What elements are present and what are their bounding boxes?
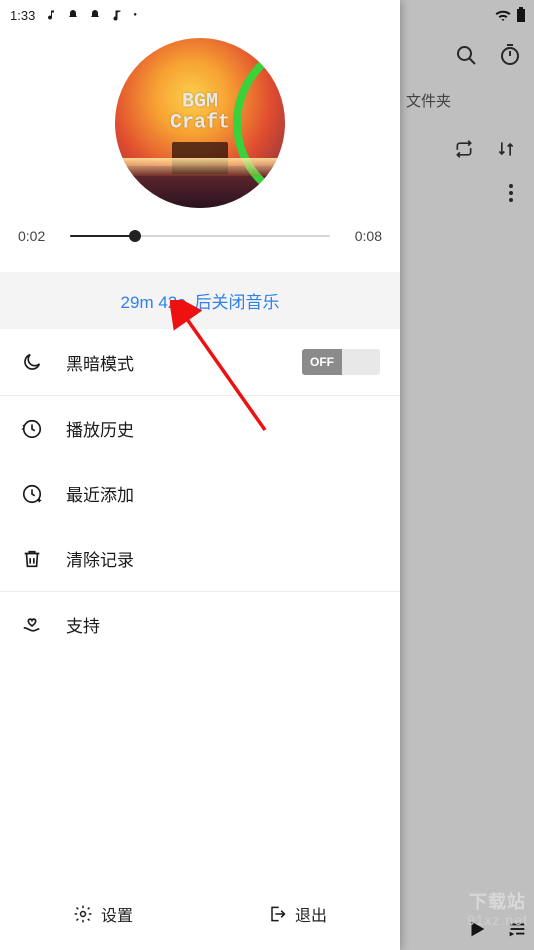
notification-bell-icon <box>67 9 79 21</box>
row-history[interactable]: 播放历史 <box>0 396 400 461</box>
watermark: 下载站 91xz.net <box>467 893 528 928</box>
battery-icon <box>516 7 526 23</box>
clear-label: 清除记录 <box>66 546 380 571</box>
toolbar <box>400 30 534 80</box>
elapsed-time: 0:02 <box>18 228 60 244</box>
recent-label: 最近添加 <box>66 481 380 506</box>
history-label: 播放历史 <box>66 416 380 441</box>
app-drawer: 1:33 ● BGM Craft 0:02 0:08 29m 42s 后关闭音乐 <box>0 0 400 950</box>
gear-icon <box>73 904 93 924</box>
tab-folders[interactable]: 文件夹 <box>400 80 534 121</box>
row-support[interactable]: 支持 <box>0 592 400 657</box>
app-icon <box>111 9 123 21</box>
search-icon[interactable] <box>454 43 478 67</box>
exit-icon <box>267 904 287 924</box>
trash-icon <box>20 548 44 570</box>
heart-hands-icon <box>20 614 44 636</box>
row-clear[interactable]: 清除记录 <box>0 526 400 591</box>
total-time: 0:08 <box>340 228 382 244</box>
support-label: 支持 <box>66 612 380 637</box>
status-time: 1:33 <box>10 8 35 23</box>
sleep-timer-remaining: 29m 42s <box>121 293 186 312</box>
seek-track[interactable] <box>70 235 330 237</box>
repeat-icon[interactable] <box>454 139 474 159</box>
progress-bar[interactable]: 0:02 0:08 <box>0 214 400 252</box>
wifi-icon <box>494 8 512 22</box>
album-title-line2: Craft <box>170 113 230 135</box>
row-dark-mode[interactable]: 黑暗模式 OFF <box>0 329 400 395</box>
watermark-url: 91xz.net <box>467 913 528 928</box>
dark-mode-toggle[interactable]: OFF <box>302 349 380 375</box>
exit-button[interactable]: 退出 <box>267 902 327 926</box>
exit-label: 退出 <box>295 902 327 926</box>
history-icon <box>20 418 44 440</box>
album-art: BGM Craft <box>115 38 285 208</box>
timer-outline-icon[interactable] <box>498 43 522 67</box>
sleep-timer-suffix: 后关闭音乐 <box>194 293 279 312</box>
sort-icon[interactable] <box>496 139 516 159</box>
settings-button[interactable]: 设置 <box>73 902 133 926</box>
clock-plus-icon <box>20 483 44 505</box>
row-recent[interactable]: 最近添加 <box>0 461 400 526</box>
now-playing-art[interactable]: BGM Craft <box>0 30 400 214</box>
drawer-bottom-bar: 设置 退出 <box>0 888 400 940</box>
music-note-icon <box>45 9 57 21</box>
watermark-brand: 下载站 <box>467 893 528 913</box>
sleep-timer-banner[interactable]: 29m 42s 后关闭音乐 <box>0 272 400 329</box>
moon-icon <box>20 351 44 373</box>
dark-mode-label: 黑暗模式 <box>66 350 280 375</box>
status-bar-right <box>400 0 534 30</box>
album-title-line1: BGM <box>170 91 230 113</box>
status-bar: 1:33 ● <box>0 0 400 30</box>
dot-icon: ● <box>133 12 137 18</box>
background-app-panel: 文件夹 <box>400 0 534 950</box>
notification-bell-icon-2 <box>89 9 101 21</box>
settings-label: 设置 <box>101 902 133 926</box>
more-vert-icon[interactable] <box>508 183 514 203</box>
seek-thumb[interactable] <box>129 230 141 242</box>
toggle-off-label: OFF <box>302 349 342 375</box>
